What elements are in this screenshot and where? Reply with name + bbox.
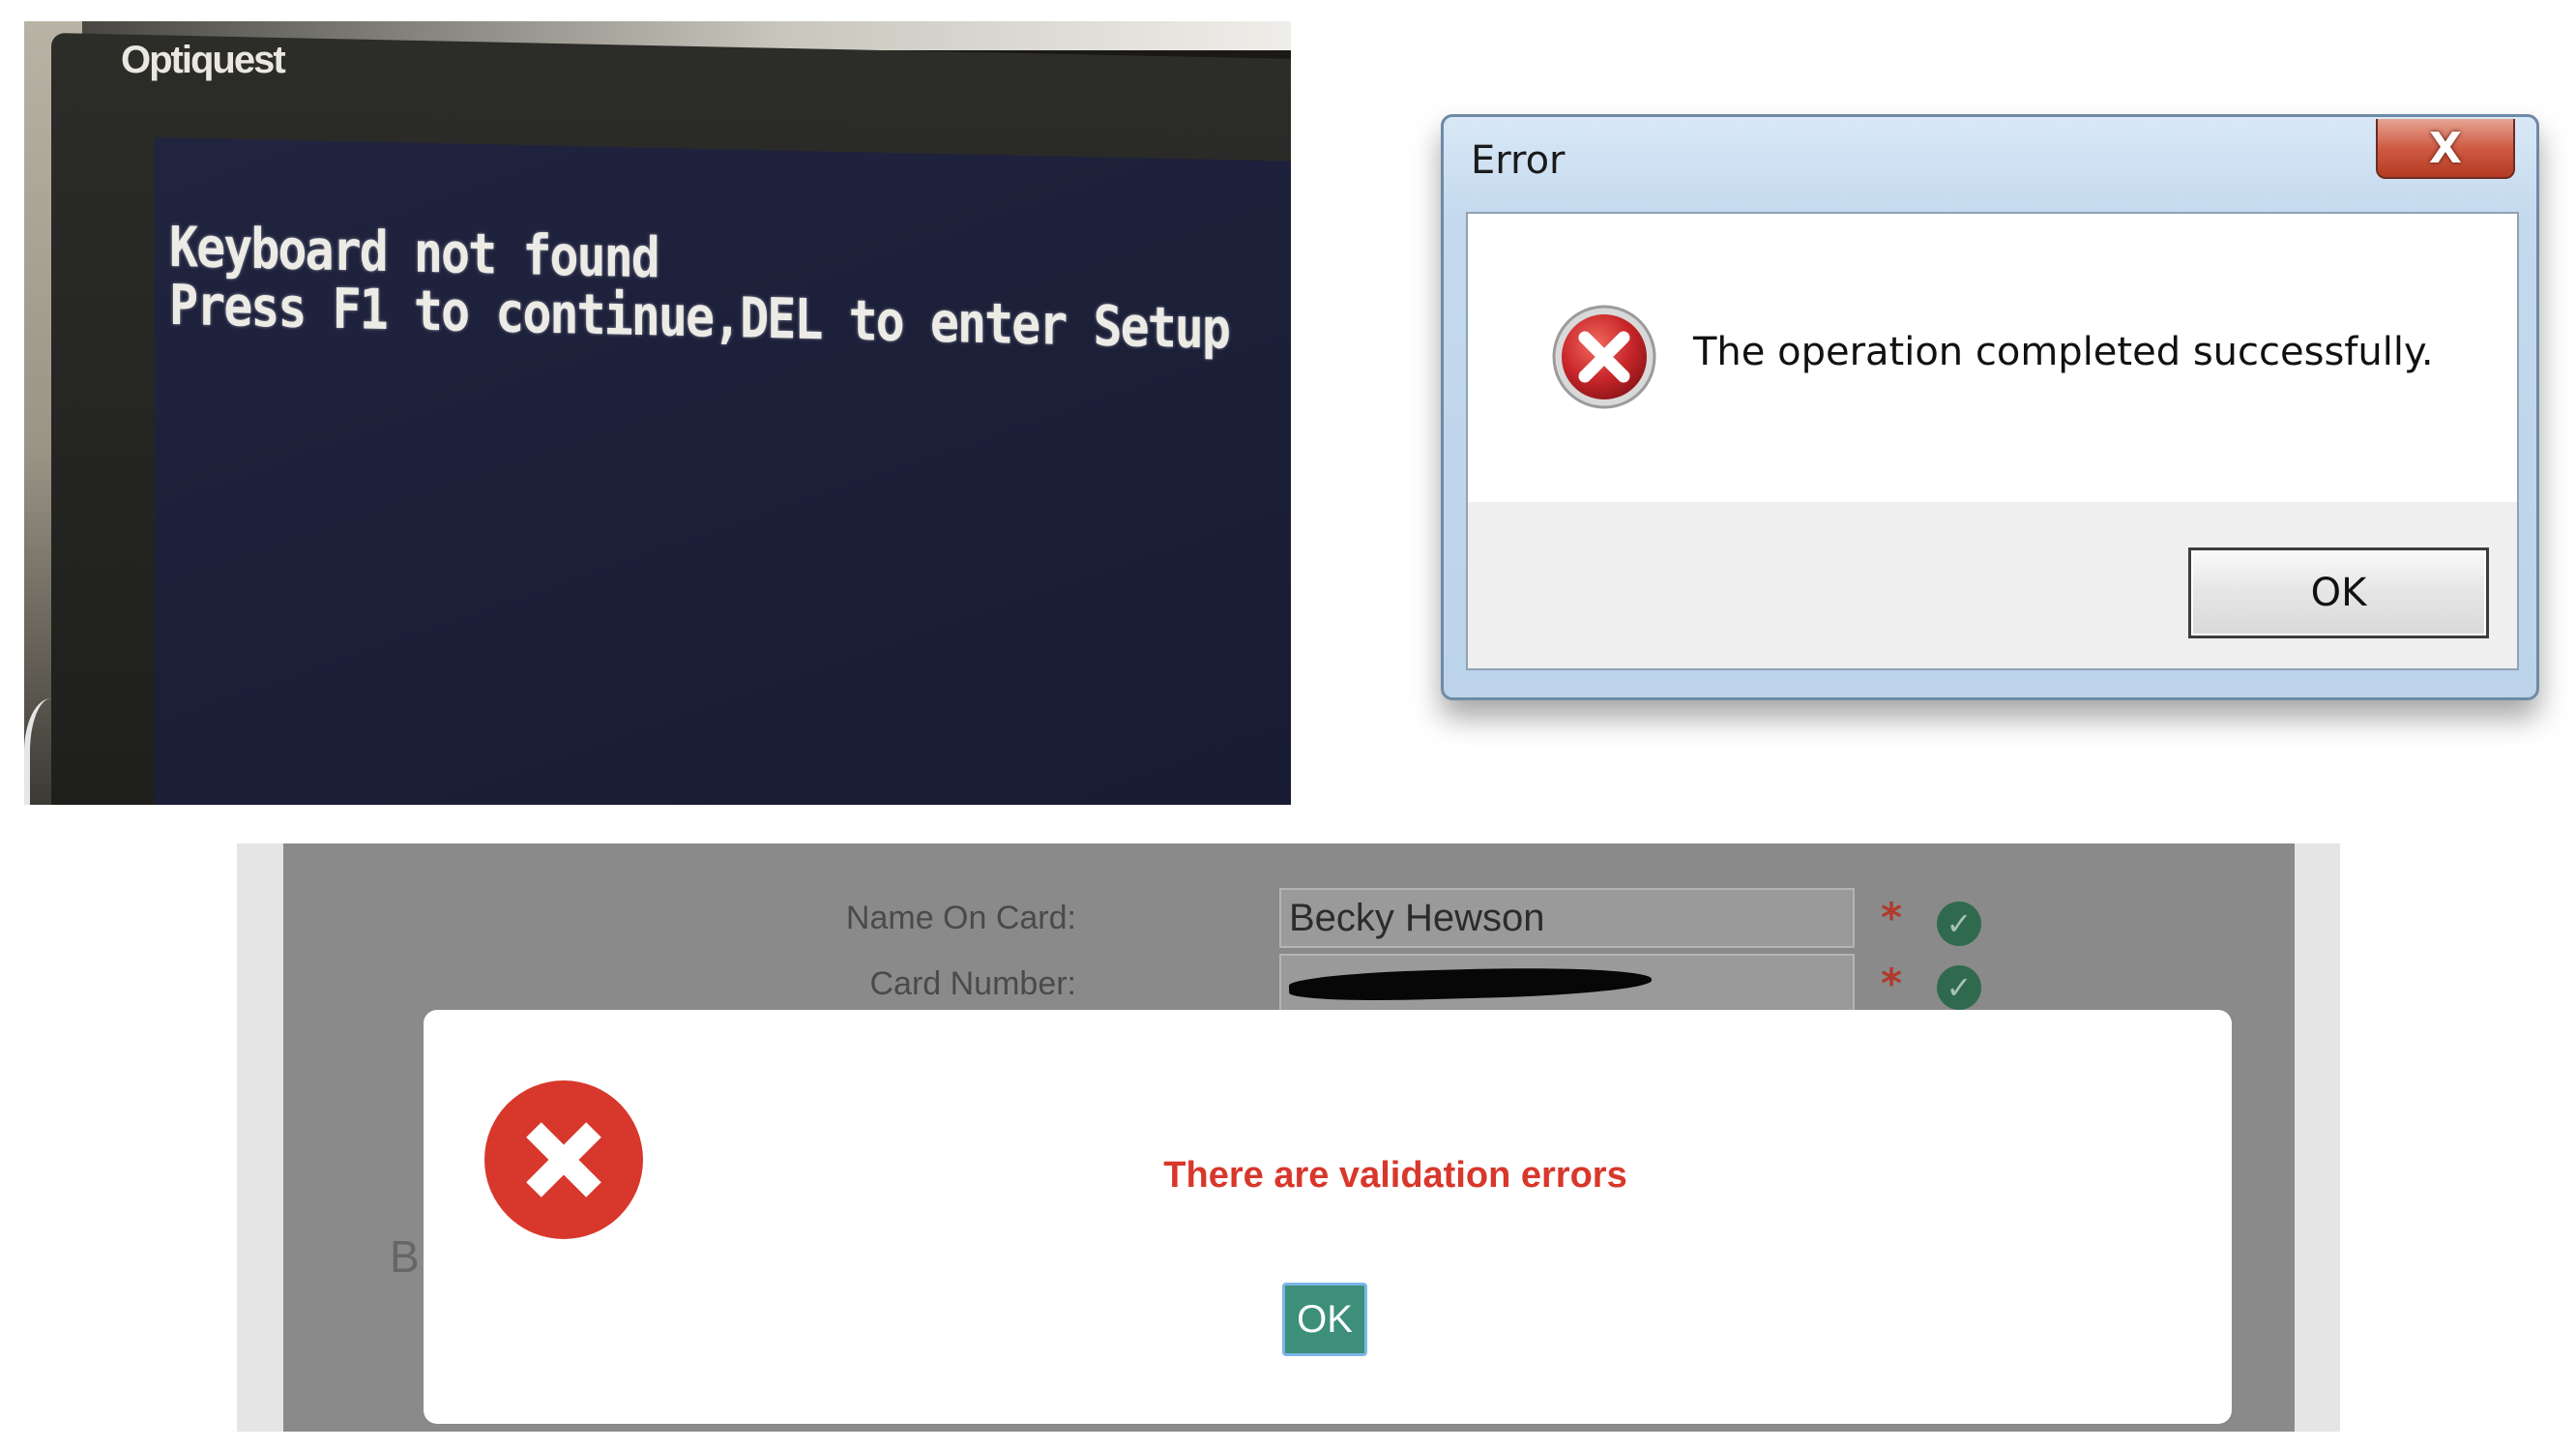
monitor-brand-logo: Optiquest	[121, 39, 286, 81]
name-on-card-label: Name On Card:	[845, 900, 1076, 936]
ok-button[interactable]: OK	[2188, 547, 2489, 638]
card-number-input[interactable]	[1279, 954, 1855, 1014]
check-circle-icon: ✓	[1937, 902, 1981, 946]
dialog-message: The operation completed successfully.	[1693, 330, 2434, 374]
close-button[interactable]: X	[2376, 119, 2515, 179]
windows-error-dialog: Error X The operation completed successf…	[1441, 114, 2539, 700]
check-circle-icon: ✓	[1937, 965, 1981, 1010]
validation-modal: There are validation errors OK	[424, 1010, 2232, 1424]
required-marker: *	[1881, 894, 1902, 941]
required-marker: *	[1881, 960, 1902, 1007]
web-payment-page: Name On Card: Becky Hewson * ✓ Card Numb…	[237, 843, 2340, 1432]
dialog-title: Error	[1471, 138, 1566, 183]
ok-button[interactable]: OK	[1282, 1283, 1367, 1356]
bios-monitor-photo	[24, 21, 1291, 805]
modal-backdrop: Name On Card: Becky Hewson * ✓ Card Numb…	[283, 843, 2295, 1432]
redaction-mark	[1288, 964, 1653, 1003]
card-number-label: Card Number:	[869, 965, 1076, 1002]
error-x-icon	[1552, 305, 1656, 409]
name-on-card-input[interactable]: Becky Hewson	[1279, 888, 1855, 948]
validation-message: There are validation errors	[1163, 1155, 1627, 1196]
dialog-body: The operation completed successfully. OK	[1466, 212, 2519, 670]
partial-text: B	[390, 1231, 420, 1282]
